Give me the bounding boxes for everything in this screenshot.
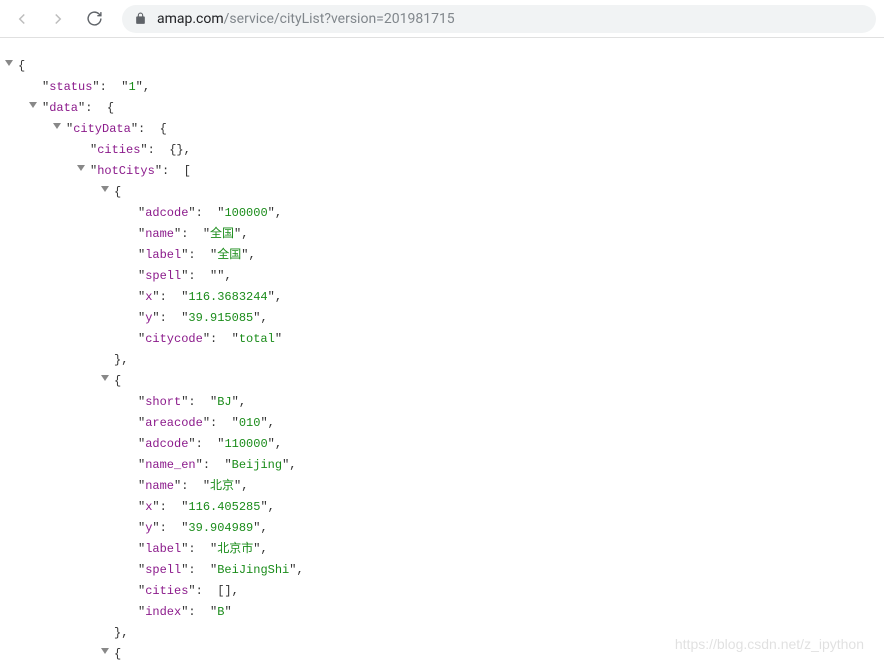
json-kv-spell: "spell": "BeiJingShi", (18, 560, 884, 581)
json-kv-label: "label": "北京市", (18, 539, 884, 560)
expand-toggle-icon[interactable] (101, 648, 109, 654)
json-kv-y: "y": "39.904989", (18, 518, 884, 539)
json-kv-cities: "cities": {}, (18, 140, 884, 161)
json-kv-short: "short": "BJ", (18, 392, 884, 413)
json-key-hotCitys[interactable]: "hotCitys": [ (18, 161, 884, 182)
json-kv-x: "x": "116.3683244", (18, 287, 884, 308)
expand-toggle-icon[interactable] (101, 186, 109, 192)
json-array-item-0[interactable]: { (18, 182, 884, 203)
json-kv-citycode: "citycode": "total" (18, 329, 884, 350)
json-kv-adcode: "adcode": "100000", (18, 203, 884, 224)
expand-toggle-icon[interactable] (53, 123, 61, 129)
expand-toggle-icon[interactable] (77, 165, 85, 171)
address-bar[interactable]: amap.com/service/cityList?version=201981… (122, 5, 876, 33)
json-array-item-1[interactable]: { (18, 371, 884, 392)
json-kv-adcode: "adcode": "110000", (18, 434, 884, 455)
url-path: /service/cityList?version=201981715 (224, 11, 455, 27)
json-kv-name_en: "name_en": "Beijing", (18, 455, 884, 476)
json-kv-status: "status": "1", (18, 77, 884, 98)
json-kv-cities-arr: "cities": [], (18, 581, 884, 602)
json-kv-spell: "spell": "", (18, 266, 884, 287)
expand-toggle-icon[interactable] (5, 60, 13, 66)
json-kv-name: "name": "全国", (18, 224, 884, 245)
url-text: amap.com/service/cityList?version=201981… (157, 11, 455, 27)
json-root-open[interactable]: { (18, 56, 884, 77)
json-key-cityData[interactable]: "cityData": { (18, 119, 884, 140)
json-kv-label: "label": "全国", (18, 245, 884, 266)
json-kv-areacode: "areacode": "010", (18, 413, 884, 434)
reload-button[interactable] (80, 5, 108, 33)
lock-icon (134, 12, 147, 25)
watermark: https://blog.csdn.net/z_ipython (675, 636, 864, 652)
back-button[interactable] (8, 5, 36, 33)
json-kv-index: "index": "B" (18, 602, 884, 623)
json-key-data[interactable]: "data": { (18, 98, 884, 119)
json-kv-name: "name": "北京", (18, 476, 884, 497)
expand-toggle-icon[interactable] (101, 375, 109, 381)
json-kv-y: "y": "39.915085", (18, 308, 884, 329)
expand-toggle-icon[interactable] (29, 102, 37, 108)
browser-toolbar: amap.com/service/cityList?version=201981… (0, 0, 884, 38)
json-viewer: {"status": "1","data": {"cityData": {"ci… (0, 38, 884, 665)
json-kv-x: "x": "116.405285", (18, 497, 884, 518)
url-domain: amap.com (157, 11, 224, 27)
forward-button[interactable] (44, 5, 72, 33)
json-close-brace: }, (18, 350, 884, 371)
